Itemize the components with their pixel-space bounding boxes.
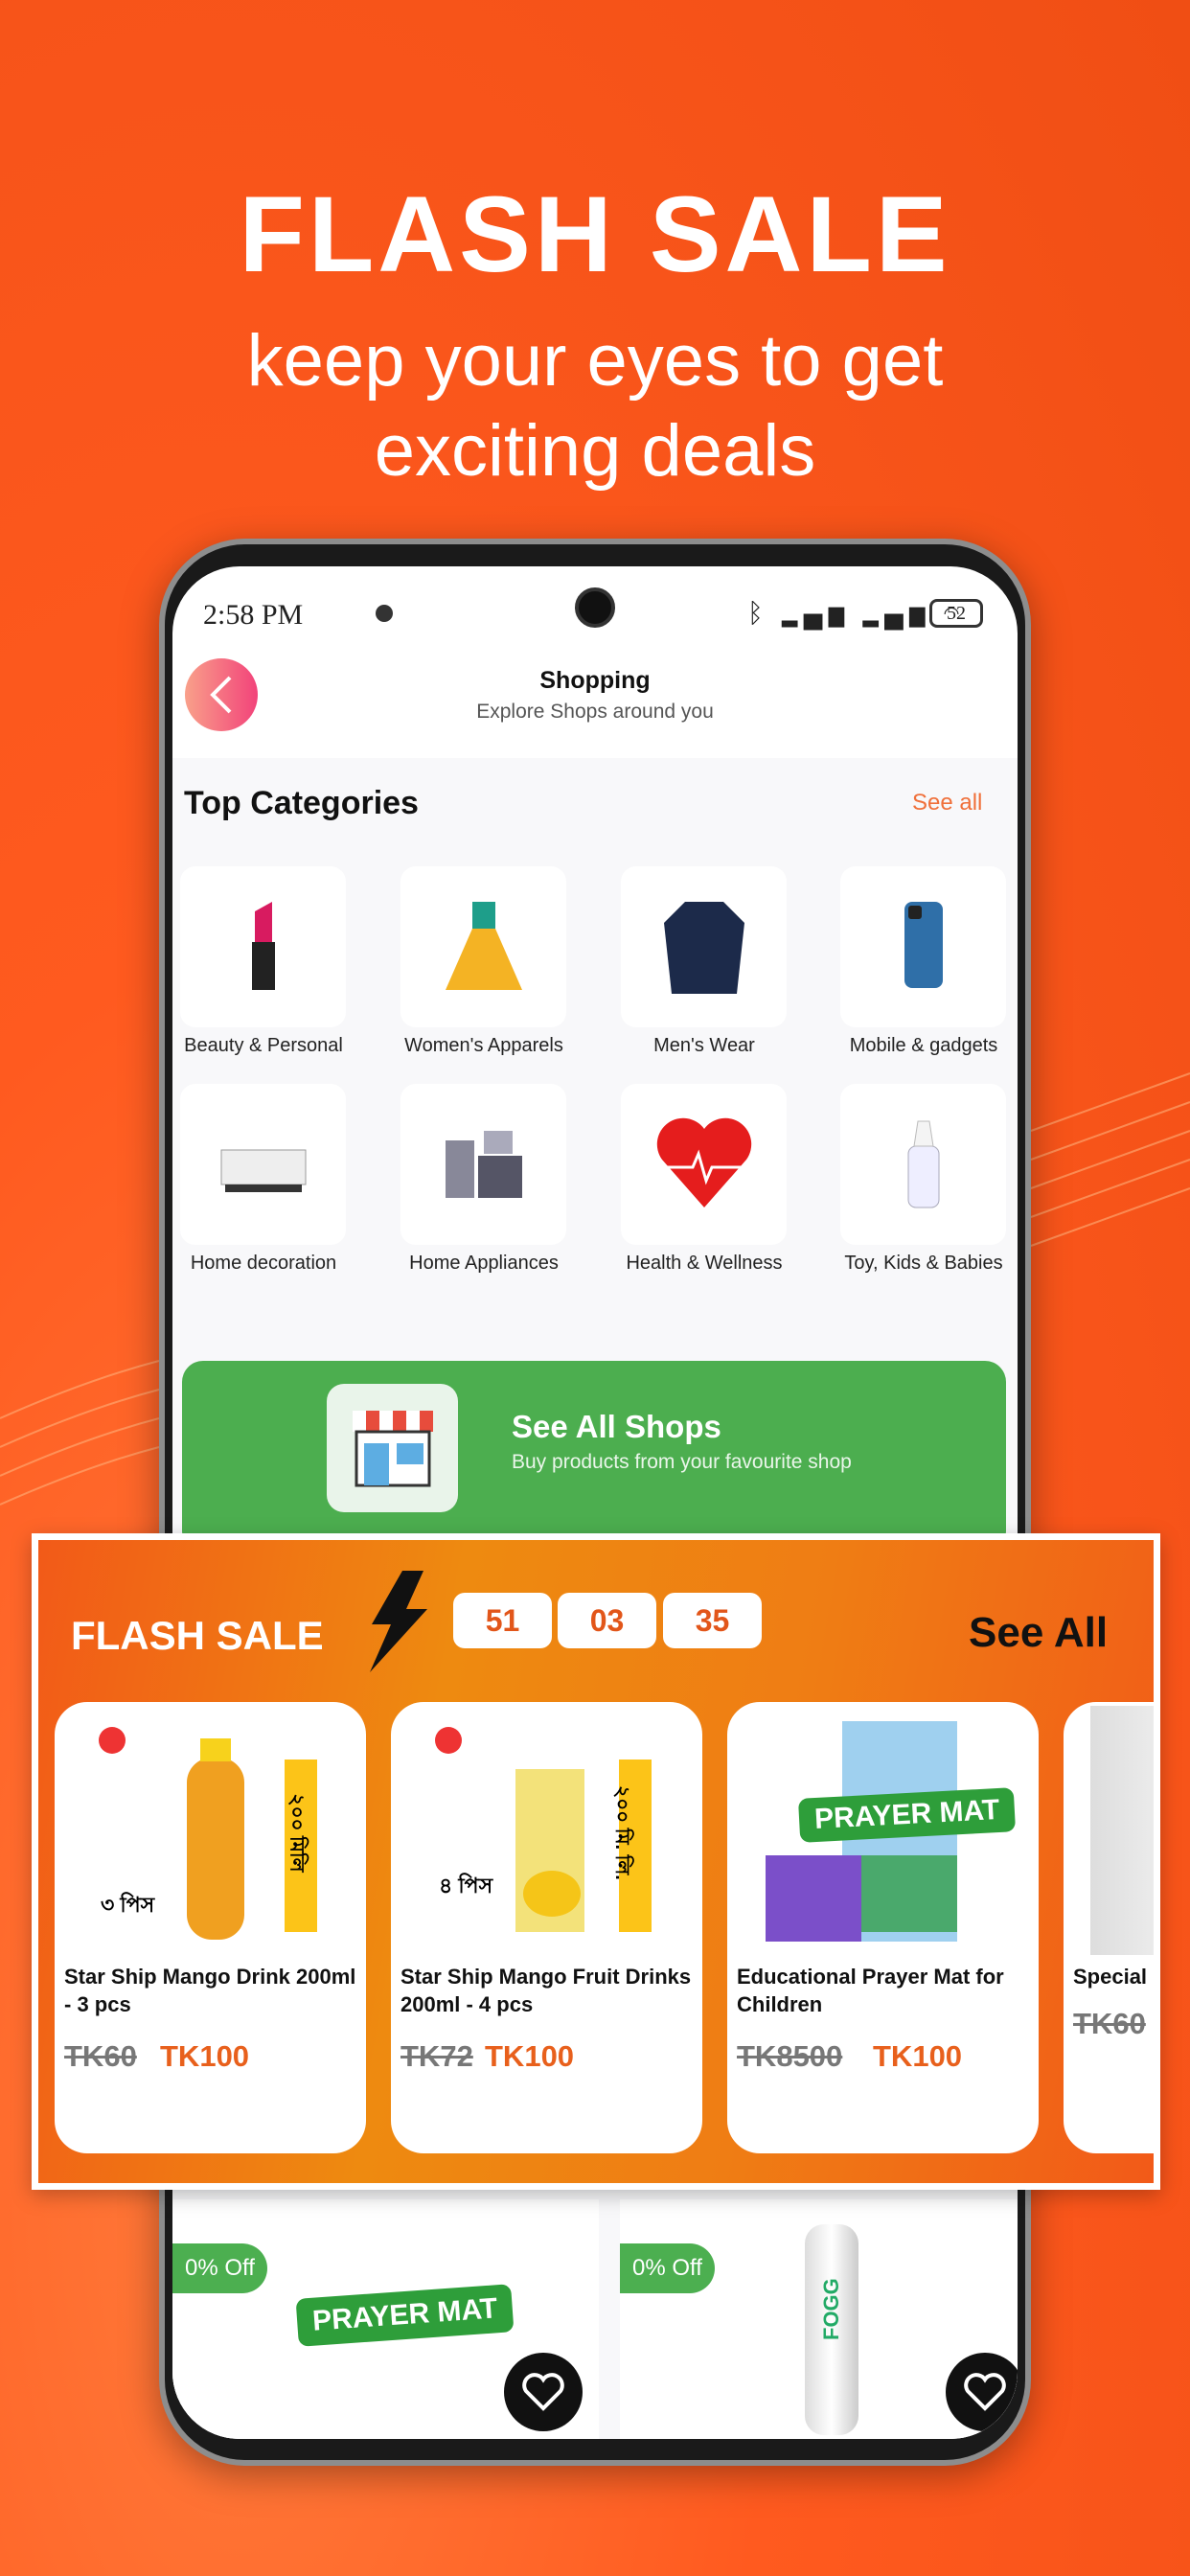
heart-icon bbox=[522, 2373, 564, 2411]
size-label: ২০০ মি. লি. bbox=[610, 1785, 632, 1880]
product-name: Star Ship Mango Drink 200ml - 3 pcs bbox=[64, 1965, 356, 2016]
category-label: Men's Wear bbox=[653, 1035, 755, 1056]
camera-icon bbox=[575, 587, 615, 628]
pack-label: ৪ পিস bbox=[439, 1874, 493, 1898]
see-all-shops-banner[interactable]: See All Shops Buy products from your fav… bbox=[182, 1361, 1006, 1552]
flash-product-card[interactable]: Special TK60 bbox=[1064, 1702, 1154, 2153]
lipstick-icon bbox=[251, 902, 275, 990]
product-name: Star Ship Mango Fruit Drinks 200ml - 4 p… bbox=[400, 1965, 692, 2016]
category-tile[interactable] bbox=[840, 866, 1006, 1027]
flash-product-card[interactable]: ৪ পিস ২০০ মি. লি. Star Ship Mango Fruit … bbox=[391, 1702, 702, 2153]
phone-icon bbox=[904, 902, 943, 988]
timer-seconds: 35 bbox=[663, 1593, 762, 1648]
status-time: 2:58 PM bbox=[203, 599, 304, 631]
category-label: Beauty & Personal bbox=[184, 1035, 343, 1056]
category-tile[interactable] bbox=[840, 1084, 1006, 1245]
appliances-icon bbox=[445, 1131, 522, 1198]
discount-badge: 0% Off bbox=[172, 2243, 267, 2293]
fogg-label: FOGG bbox=[819, 2278, 843, 2340]
hero-subtitle-line1: keep your eyes to get bbox=[246, 320, 944, 402]
timer-hours: 51 bbox=[453, 1593, 552, 1648]
category-label: Women's Apparels bbox=[404, 1035, 563, 1056]
category-tile[interactable] bbox=[621, 1084, 787, 1245]
notification-dot-icon bbox=[376, 605, 393, 622]
dress-icon bbox=[445, 902, 522, 990]
product-image-mango-carton bbox=[435, 1727, 652, 1932]
category-tile[interactable] bbox=[400, 866, 566, 1027]
old-price: TK60 bbox=[64, 2039, 137, 2073]
timer-minutes: 03 bbox=[558, 1593, 656, 1648]
shops-banner-title: See All Shops bbox=[512, 1409, 721, 1444]
discount-badge: 0% Off bbox=[620, 2243, 715, 2293]
old-price: TK60 bbox=[1073, 2007, 1146, 2040]
product-image-fogg: FOGG bbox=[805, 2224, 858, 2435]
page-title: Shopping bbox=[539, 667, 651, 694]
heart-icon bbox=[964, 2373, 1006, 2411]
sale-price: TK100 bbox=[485, 2039, 575, 2073]
flash-sale-see-all-button[interactable]: See All bbox=[969, 1609, 1108, 1657]
category-label: Home Appliances bbox=[409, 1253, 559, 1274]
storefront-icon bbox=[327, 1384, 458, 1512]
category-label: Mobile & gadgets bbox=[849, 1035, 998, 1056]
old-price: TK8500 bbox=[737, 2039, 843, 2073]
baby-bottle-icon bbox=[907, 1120, 939, 1208]
page-subtitle: Explore Shops around you bbox=[476, 701, 714, 723]
heart-pulse-icon bbox=[656, 1117, 751, 1208]
wishlist-button[interactable] bbox=[946, 2353, 1018, 2431]
pack-label: ৩ পিস bbox=[101, 1893, 155, 1917]
category-tile[interactable] bbox=[621, 866, 787, 1027]
category-tile[interactable] bbox=[400, 1084, 566, 1245]
product-image bbox=[1090, 1706, 1154, 1955]
sale-price: TK100 bbox=[160, 2039, 250, 2073]
category-tile[interactable] bbox=[180, 1084, 346, 1245]
shops-banner-subtitle: Buy products from your favourite shop bbox=[512, 1451, 852, 1473]
lightning-bolt-icon bbox=[370, 1571, 427, 1672]
category-label: Home decoration bbox=[190, 1253, 337, 1274]
category-label: Health & Wellness bbox=[626, 1253, 783, 1274]
wishlist-button[interactable] bbox=[504, 2353, 583, 2431]
product-name: Educational Prayer Mat for Children bbox=[737, 1965, 1004, 2016]
battery-icon: 52 bbox=[929, 599, 983, 628]
flash-sale-panel: FLASH SALE 51 03 35 See All ৩ পিস ২০০ মি… bbox=[32, 1533, 1160, 2190]
sofa-icon bbox=[220, 1149, 306, 1192]
old-price: TK72 bbox=[400, 2039, 473, 2073]
flash-product-card[interactable]: PRAYER MAT Educational Prayer Mat for Ch… bbox=[727, 1702, 1039, 2153]
category-label: Toy, Kids & Babies bbox=[844, 1253, 1003, 1274]
flash-sale-title: FLASH SALE bbox=[71, 1613, 324, 1658]
see-all-categories-link[interactable]: See all bbox=[912, 790, 982, 816]
hero-subtitle-line2: exciting deals bbox=[374, 410, 816, 492]
sale-price: TK100 bbox=[873, 2039, 963, 2073]
hero-title: FLASH SALE bbox=[239, 174, 951, 294]
shirt-icon bbox=[663, 902, 744, 994]
category-tile[interactable] bbox=[180, 866, 346, 1027]
size-label: ২০০ মিলি bbox=[286, 1793, 308, 1873]
product-name: Special bbox=[1073, 1965, 1148, 1989]
flash-product-card[interactable]: ৩ পিস ২০০ মিলি Star Ship Mango Drink 200… bbox=[55, 1702, 366, 2153]
section-title: Top Categories bbox=[184, 785, 419, 821]
